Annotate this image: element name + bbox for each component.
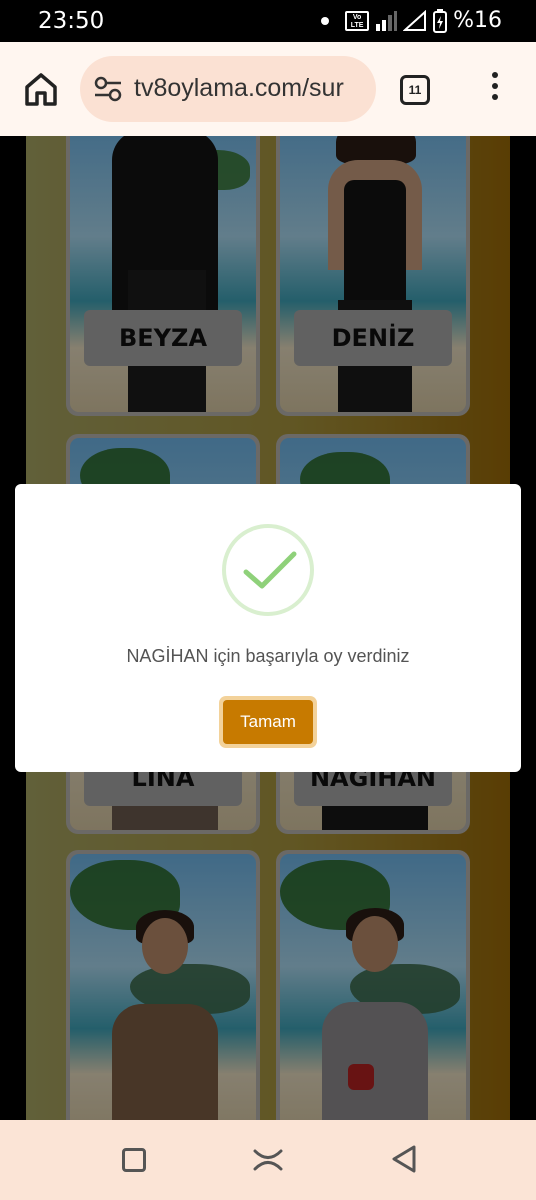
volte-icon: Vo LTE (345, 10, 370, 31)
more-vert-icon[interactable] (488, 72, 502, 106)
system-nav-bar (0, 1120, 536, 1200)
ok-button[interactable]: Tamam (223, 700, 313, 744)
success-circle (222, 524, 314, 616)
status-time: 23:50 (38, 8, 105, 34)
notification-dot-icon (321, 16, 330, 25)
address-bar[interactable]: tv8oylama.com/sur (80, 56, 376, 122)
signal-icon (376, 10, 398, 31)
volte-label: Vo LTE (350, 13, 364, 29)
dialog-message: NAGİHAN için başarıyla oy verdiniz (126, 646, 410, 666)
url-text: tv8oylama.com/sur (134, 74, 344, 102)
ok-button-focus-ring[interactable]: Tamam (219, 696, 317, 748)
signal-empty-icon (403, 9, 427, 31)
status-bar: 23:50 Vo LTE %16 (0, 0, 536, 42)
tune-icon[interactable] (94, 76, 122, 102)
tabs-button[interactable]: 11 (400, 75, 430, 105)
home-icon[interactable] (22, 70, 60, 108)
recents-icon[interactable] (122, 1148, 146, 1172)
browser-toolbar: tv8oylama.com/sur 11 (0, 42, 536, 136)
back-icon[interactable] (390, 1144, 418, 1174)
battery-percent: %16 (453, 8, 502, 33)
battery-charging-icon (433, 8, 448, 33)
check-icon (243, 551, 297, 589)
vote-success-dialog: NAGİHAN için başarıyla oy verdiniz Tamam (15, 484, 521, 772)
status-icons: Vo LTE %16 (321, 8, 502, 33)
home-gesture-icon[interactable] (252, 1144, 284, 1174)
tab-count: 11 (408, 83, 422, 97)
